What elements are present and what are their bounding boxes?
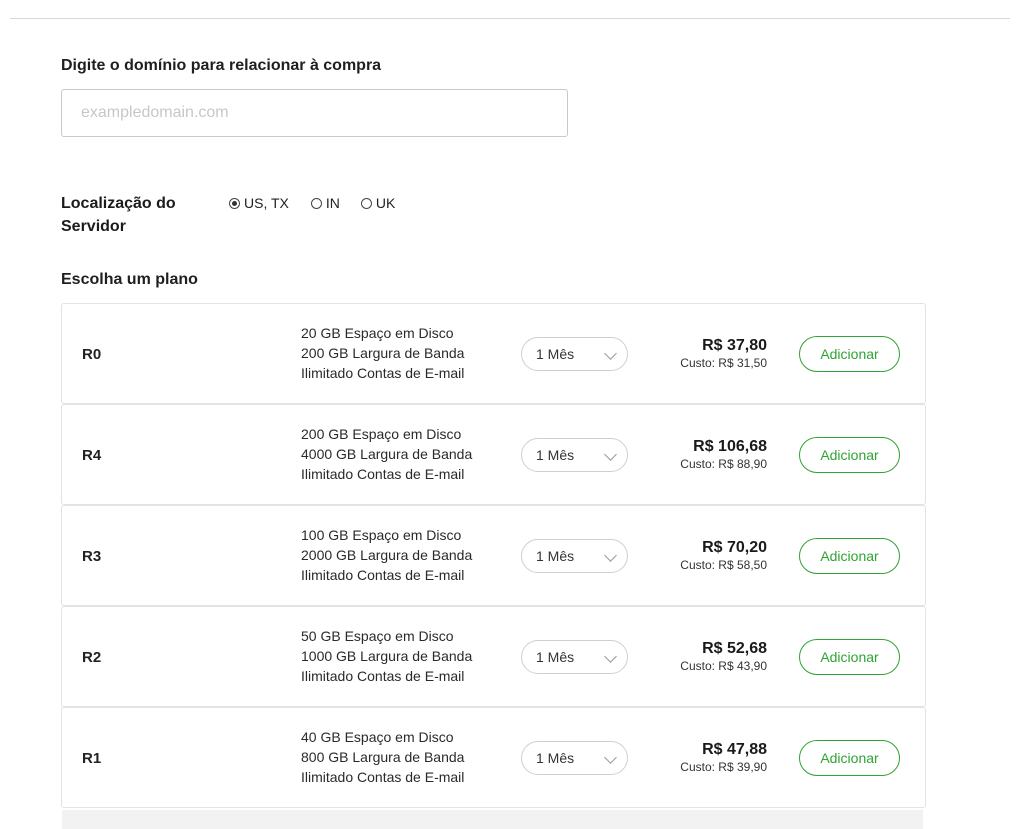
top-divider [10,18,1010,19]
chevron-down-icon [604,751,617,764]
plan-features: 50 GB Espaço em Disco 1000 GB Largura de… [301,626,472,686]
plan-features: 200 GB Espaço em Disco 4000 GB Largura d… [301,424,472,484]
chevron-down-icon [604,347,617,360]
chevron-down-icon [604,448,617,461]
feature-bandwidth: 1000 GB Largura de Banda [301,648,473,664]
plan-row-r0: R0 20 GB Espaço em Disco 200 GB Largura … [61,303,926,404]
server-location-label: Localização do Servidor [61,195,176,235]
radio-unchecked-icon[interactable] [310,197,322,209]
feature-bandwidth: 200 GB Largura de Banda [301,345,465,361]
location-option-in[interactable]: IN [310,195,340,211]
add-button[interactable]: Adicionar [799,538,900,574]
term-select[interactable]: 1 Mês [521,539,628,573]
feature-disk: 100 GB Espaço em Disco [301,527,462,543]
plan-price: R$ 47,88 Custo: R$ 39,90 [680,740,767,775]
domain-input[interactable] [61,89,568,137]
radio-checked-icon[interactable] [229,197,240,209]
term-select[interactable]: 1 Mês [521,438,628,472]
cost-value: Custo: R$ 88,90 [680,457,767,471]
feature-email: Ilimitado Contas de E-mail [301,769,465,785]
feature-email: Ilimitado Contas de E-mail [301,567,465,583]
term-value: 1 Mês [536,649,575,665]
term-select[interactable]: 1 Mês [521,741,628,775]
plan-price: R$ 52,68 Custo: R$ 43,90 [680,639,767,674]
chevron-down-icon [604,650,617,663]
plan-features: 40 GB Espaço em Disco 800 GB Largura de … [301,727,464,787]
plan-row-r3: R3 100 GB Espaço em Disco 2000 GB Largur… [61,505,926,606]
feature-disk: 200 GB Espaço em Disco [301,426,462,442]
cost-value: Custo: R$ 58,50 [680,558,767,572]
feature-disk: 20 GB Espaço em Disco [301,325,454,341]
radio-unchecked-icon[interactable] [360,197,372,209]
location-option-label: IN [325,195,340,211]
feature-bandwidth: 4000 GB Largura de Banda [301,446,473,462]
plan-row-r4: R4 200 GB Espaço em Disco 4000 GB Largur… [61,404,926,505]
plan-list: R0 20 GB Espaço em Disco 200 GB Largura … [61,303,926,808]
cost-value: Custo: R$ 43,90 [680,659,767,673]
term-select[interactable]: 1 Mês [521,337,628,371]
price-value: R$ 70,20 [702,539,767,556]
feature-email: Ilimitado Contas de E-mail [301,668,465,684]
term-select[interactable]: 1 Mês [521,640,628,674]
location-option-label: US, TX [244,195,289,211]
location-option-label: UK [375,195,396,211]
domain-label: Digite o domínio para relacionar à compr… [61,57,382,74]
location-option-uk[interactable]: UK [360,195,396,211]
add-button[interactable]: Adicionar [799,336,900,372]
plan-features: 20 GB Espaço em Disco 200 GB Largura de … [301,323,464,383]
term-value: 1 Mês [536,750,575,766]
cost-value: Custo: R$ 39,90 [680,760,767,774]
plan-name: R0 [82,346,102,363]
term-value: 1 Mês [536,447,575,463]
plan-row-r2: R2 50 GB Espaço em Disco 1000 GB Largura… [61,606,926,707]
feature-email: Ilimitado Contas de E-mail [301,466,465,482]
plan-name: R3 [82,548,102,565]
feature-bandwidth: 800 GB Largura de Banda [301,749,465,765]
plan-price: R$ 106,68 Custo: R$ 88,90 [680,437,767,472]
server-location-radio-group: US, TX IN UK [229,195,417,211]
feature-email: Ilimitado Contas de E-mail [301,365,465,381]
footer-band [62,810,923,829]
feature-disk: 50 GB Espaço em Disco [301,628,454,644]
feature-disk: 40 GB Espaço em Disco [301,729,454,745]
price-value: R$ 47,88 [702,741,767,758]
choose-plan-heading: Escolha um plano [61,271,198,288]
plan-features: 100 GB Espaço em Disco 2000 GB Largura d… [301,525,472,585]
plan-row-r1: R1 40 GB Espaço em Disco 800 GB Largura … [61,707,926,808]
price-value: R$ 52,68 [702,640,767,657]
plan-name: R2 [82,649,102,666]
add-button[interactable]: Adicionar [799,740,900,776]
term-value: 1 Mês [536,346,575,362]
add-button[interactable]: Adicionar [799,437,900,473]
add-button[interactable]: Adicionar [799,639,900,675]
term-value: 1 Mês [536,548,575,564]
plan-name: R4 [82,447,102,464]
price-value: R$ 37,80 [702,337,767,354]
feature-bandwidth: 2000 GB Largura de Banda [301,547,473,563]
cost-value: Custo: R$ 31,50 [680,356,767,370]
plan-price: R$ 37,80 Custo: R$ 31,50 [680,336,767,371]
plan-name: R1 [82,750,102,767]
chevron-down-icon [604,549,617,562]
price-value: R$ 106,68 [693,438,767,455]
location-option-us-tx[interactable]: US, TX [229,195,289,211]
plan-price: R$ 70,20 Custo: R$ 58,50 [680,538,767,573]
